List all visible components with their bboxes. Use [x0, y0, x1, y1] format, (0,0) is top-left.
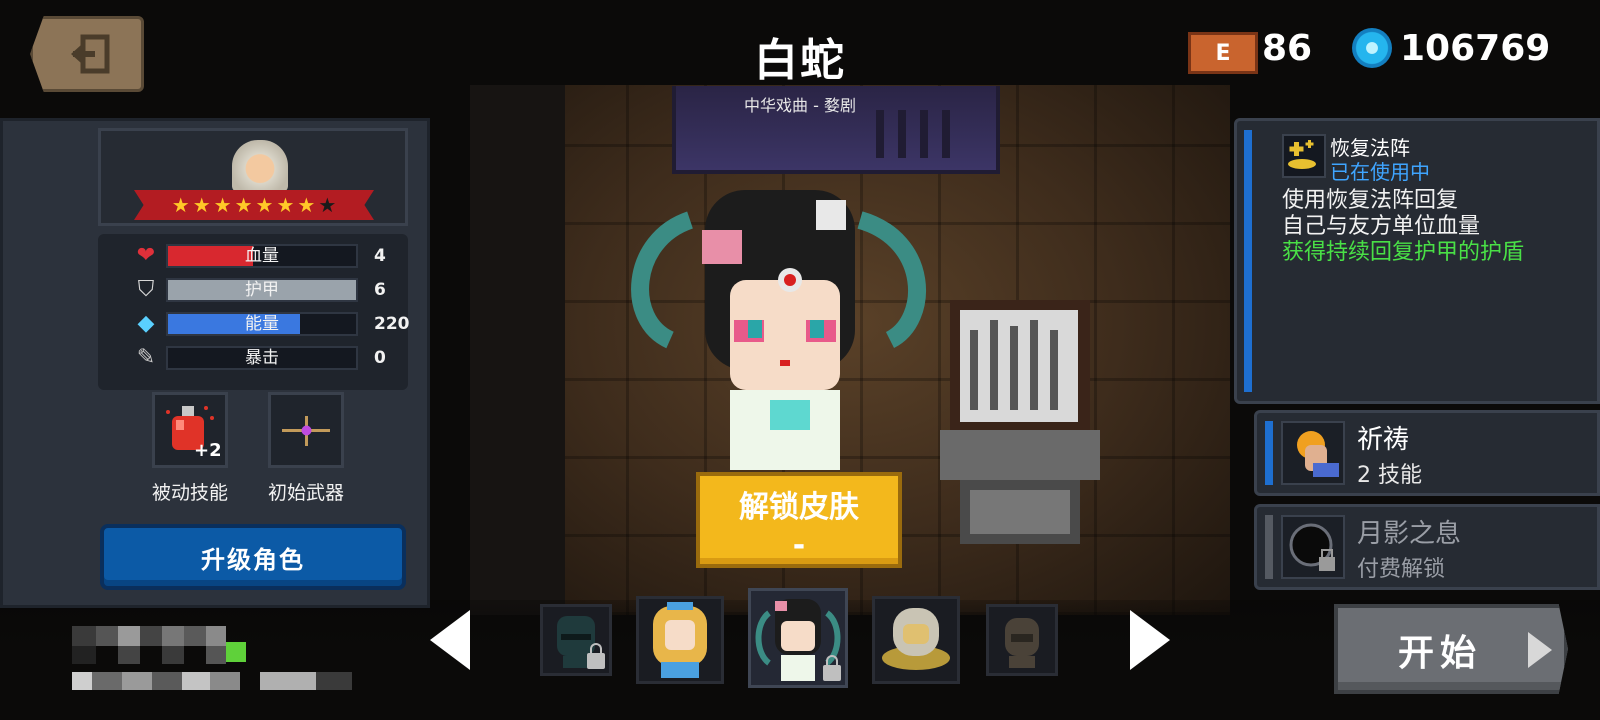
stat-value: 6 [374, 280, 386, 300]
praying-hand-icon [1281, 421, 1345, 485]
play-arrow-icon [1528, 632, 1552, 668]
exit-button[interactable] [30, 16, 144, 92]
stat-label: 护甲 [245, 280, 279, 300]
ability-card-moon-shadow[interactable]: 月影之息 付费解锁 [1254, 504, 1600, 590]
moon-shadow-icon [1281, 515, 1345, 579]
char-slot-dark-knight[interactable] [986, 604, 1058, 676]
skin-pedestal [940, 300, 1100, 544]
next-character-arrow[interactable] [1130, 610, 1170, 670]
ability-accent [1265, 421, 1273, 485]
crit-blade-icon: ✎ [136, 345, 156, 370]
heart-icon: ❤ [136, 243, 156, 268]
ability-title: 祈祷 [1357, 425, 1410, 455]
passive-skill-badge: +2 [194, 440, 220, 460]
stat-value: 0 [374, 348, 386, 368]
star-icon: ★ [297, 193, 316, 217]
skill-status: 已在使用中 [1330, 160, 1430, 184]
gem-currency-icon: E [1188, 32, 1258, 74]
start-weapon-label: 初始武器 [267, 482, 344, 504]
ability-title: 月影之息 [1357, 519, 1462, 549]
stat-label: 能量 [245, 314, 279, 334]
stat-row: ⛉ 护甲 6 [130, 276, 430, 304]
ability-subtitle: 2 技能 [1357, 463, 1422, 488]
unlock-skin-label: 解锁皮肤 [739, 490, 859, 525]
energy-gem-icon: ◆ [137, 311, 155, 336]
star-icon: ★ [192, 193, 211, 217]
player-profile-pixelated [72, 626, 362, 706]
white-snake-character-sprite [631, 190, 926, 470]
character-name-title: 白蛇 [754, 35, 846, 86]
alice-avatar-icon [653, 602, 707, 678]
star-icon: ★ [234, 193, 253, 217]
start-weapon-slot[interactable] [268, 392, 344, 468]
unlock-skin-button[interactable]: 解锁皮肤 - [696, 472, 902, 568]
potion-icon: +2 [166, 406, 220, 460]
char-slot-white-snake[interactable] [748, 588, 848, 688]
astronaut-avatar-icon [882, 608, 950, 670]
stat-value: 220 [374, 314, 410, 334]
skin-subtitle: 中华戏曲 - 婺剧 [744, 96, 856, 115]
star-icon: ★ [255, 193, 274, 217]
upgrade-character-button[interactable]: 升级角色 [100, 524, 406, 590]
healing-circle-icon [1282, 134, 1326, 178]
shield-icon: ⛉ [137, 277, 155, 302]
previous-character-arrow[interactable] [430, 610, 470, 670]
star-icon: ★ [276, 193, 295, 217]
room-wall [470, 85, 565, 615]
passive-skill-label: 被动技能 [151, 482, 228, 504]
start-button[interactable]: 开始 [1334, 604, 1568, 694]
lock-icon [823, 655, 841, 681]
gem-count: 86 [1262, 28, 1313, 69]
start-label: 开始 [1398, 633, 1483, 674]
stat-row: ✎ 暴击 0 [130, 344, 430, 372]
char-slot-ninja[interactable] [540, 604, 612, 676]
star-icon: ★ [213, 193, 232, 217]
stat-label: 血量 [245, 246, 279, 266]
lock-icon [587, 643, 605, 669]
char-slot-astronaut[interactable] [872, 596, 960, 684]
skill-desc-line3: 获得持续回复护甲的护盾 [1282, 240, 1525, 265]
star-icon: ★ [318, 193, 337, 217]
star-icon: ★ [171, 193, 190, 217]
coin-count: 106769 [1400, 28, 1551, 69]
exit-icon [71, 34, 110, 74]
blue-coin-icon [1352, 28, 1392, 68]
cross-staff-icon [282, 416, 330, 446]
stat-value: 4 [374, 246, 386, 266]
dark-knight-avatar-icon [1005, 618, 1039, 668]
stat-label: 暴击 [245, 348, 279, 368]
unlock-skin-price: - [792, 528, 806, 563]
skill-accent-bar [1244, 130, 1252, 392]
stat-row: ◆ 能量 220 [130, 310, 430, 338]
star-rating: ★ ★ ★ ★ ★ ★ ★ ★ [134, 190, 374, 220]
passive-skill-slot[interactable]: +2 [152, 392, 228, 468]
ability-accent [1265, 515, 1273, 579]
character-portrait [232, 140, 288, 192]
stat-row: ❤ 血量 4 [130, 242, 430, 270]
ability-card-prayer[interactable]: 祈祷 2 技能 [1254, 410, 1600, 496]
char-slot-alice[interactable] [636, 596, 724, 684]
ability-subtitle: 付费解锁 [1357, 557, 1446, 582]
